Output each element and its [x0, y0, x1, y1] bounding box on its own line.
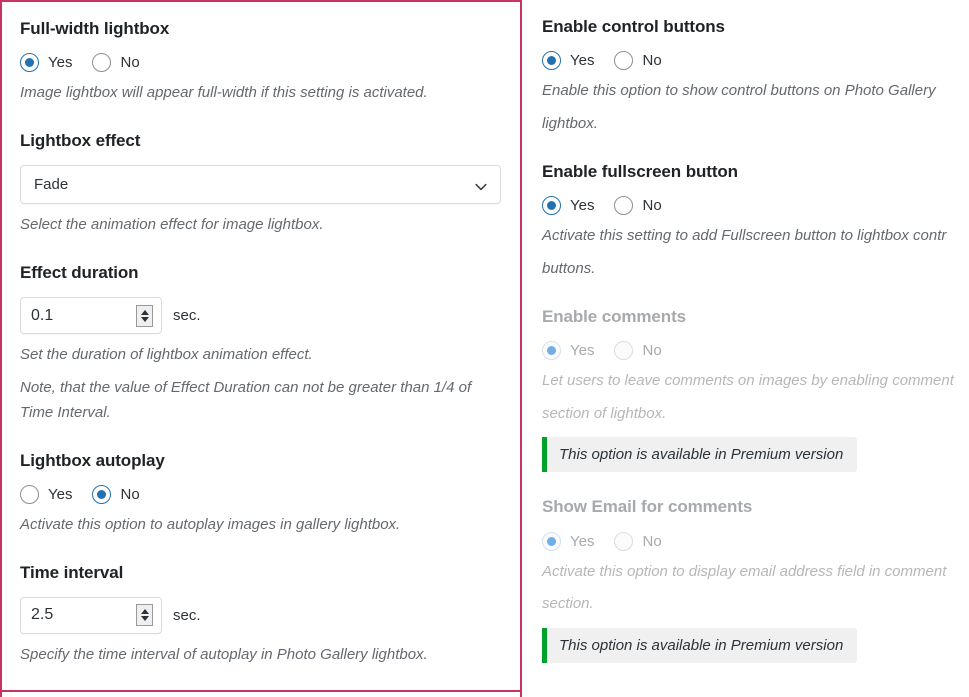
spinner-down-arrow-icon[interactable]	[140, 316, 149, 322]
field-time-interval: Time interval 2.5 sec. Specify the time …	[20, 562, 500, 668]
number-value-effect-duration: 0.1	[31, 306, 54, 324]
radio-icon-checked-disabled	[542, 531, 561, 551]
field-description: Specify the time interval of autoplay in…	[20, 645, 428, 663]
field-full-width-lightbox: Full-width lightbox Yes No Image lightbo…	[20, 18, 500, 106]
radio-icon-unchecked[interactable]	[614, 196, 634, 215]
radio-icon-checked[interactable]	[542, 51, 561, 71]
radio-icon-unchecked-disabled	[614, 531, 634, 551]
lightbox-settings-left-column: Full-width lightbox Yes No Image lightbo…	[0, 0, 522, 697]
field-description: Activate this setting to add Fullscreen …	[542, 227, 947, 244]
radio-label-no: No	[642, 532, 662, 550]
field-title-enable-fullscreen-button: Enable fullscreen button	[542, 161, 738, 181]
select-wrapper-lightbox-effect: Fade	[20, 165, 501, 205]
radio-group-enable-comments: Yes No	[542, 340, 969, 360]
radio-icon-unchecked-disabled	[614, 340, 634, 360]
number-value-time-interval: 2.5	[31, 606, 54, 624]
radio-option-show-email-for-comments-no: No	[614, 531, 662, 551]
radio-label-yes: Yes	[570, 197, 595, 214]
field-enable-control-buttons: Enable control buttons Yes No Enable thi…	[542, 16, 969, 137]
field-description: Activate this option to autoplay images …	[20, 515, 401, 533]
spinner-stepper-icon[interactable]	[136, 304, 153, 327]
field-enable-fullscreen-button: Enable fullscreen button Yes No Activate…	[542, 161, 969, 282]
select-value-lightbox-effect: Fade	[34, 176, 69, 194]
radio-option-enable-fullscreen-button-yes[interactable]: Yes	[542, 196, 594, 215]
radio-icon-checked-disabled	[542, 340, 561, 360]
field-description: Enable this option to show control butto…	[542, 82, 936, 100]
radio-icon-unchecked[interactable]	[92, 53, 112, 73]
select-lightbox-effect[interactable]: Fade	[20, 165, 501, 205]
radio-label-no: No	[120, 54, 140, 72]
field-title-full-width-lightbox: Full-width lightbox	[20, 19, 170, 38]
radio-icon-checked[interactable]	[542, 196, 561, 215]
field-show-email-for-comments: Show Email for comments Yes No Activate …	[542, 496, 969, 663]
field-description: Set the duration of lightbox animation e…	[20, 346, 313, 364]
field-description: Activate this option to display email ad…	[542, 562, 947, 580]
radio-group-lightbox-autoplay: Yes No	[20, 484, 500, 504]
premium-notice-text: This option is available in Premium vers…	[559, 637, 844, 654]
radio-option-lightbox-autoplay-no[interactable]: No	[92, 484, 140, 504]
field-description-line2: section of lightbox.	[542, 404, 667, 422]
radio-label-no: No	[120, 485, 140, 503]
field-description-line2: lightbox.	[542, 115, 598, 132]
radio-group-show-email-for-comments: Yes No	[542, 531, 969, 551]
radio-label-yes: Yes	[570, 532, 595, 550]
radio-option-full-width-lightbox-yes[interactable]: Yes	[20, 53, 73, 73]
radio-option-enable-comments-yes: Yes	[542, 340, 595, 360]
field-lightbox-autoplay: Lightbox autoplay Yes No Activate this o…	[20, 450, 500, 538]
field-title-enable-comments: Enable comments	[542, 306, 686, 326]
field-lightbox-effect: Lightbox effect Fade Select the animatio…	[20, 130, 501, 238]
radio-label-yes: Yes	[570, 341, 595, 359]
radio-label-no: No	[642, 52, 662, 70]
field-description-line2: buttons.	[542, 259, 596, 277]
radio-icon-checked[interactable]	[20, 53, 39, 73]
radio-label-yes: Yes	[48, 485, 73, 503]
field-description: Let users to leave comments on images by…	[542, 371, 954, 389]
premium-notice-enable-comments: This option is available in Premium vers…	[542, 437, 858, 473]
field-effect-duration: Effect duration 0.1 sec. Set the duratio…	[20, 262, 500, 426]
radio-option-enable-control-buttons-no[interactable]: No	[614, 51, 662, 71]
number-input-time-interval[interactable]: 2.5	[20, 596, 162, 634]
field-description: Select the animation effect for image li…	[20, 216, 324, 234]
radio-option-show-email-for-comments-yes: Yes	[542, 531, 595, 551]
radio-label-no: No	[642, 197, 662, 214]
field-title-show-email-for-comments: Show Email for comments	[542, 497, 753, 517]
radio-option-enable-comments-no: No	[614, 340, 662, 360]
radio-group-enable-fullscreen-button: Yes No	[542, 196, 969, 215]
lightbox-settings-right-column: Enable control buttons Yes No Enable thi…	[522, 0, 969, 697]
radio-option-lightbox-autoplay-yes[interactable]: Yes	[20, 484, 73, 504]
field-title-lightbox-autoplay: Lightbox autoplay	[20, 450, 165, 470]
number-suffix-time-interval: sec.	[173, 606, 201, 624]
spinner-stepper-icon[interactable]	[136, 604, 153, 627]
radio-icon-checked[interactable]	[92, 484, 112, 504]
radio-option-full-width-lightbox-no[interactable]: No	[92, 53, 140, 73]
spinner-down-arrow-icon[interactable]	[140, 616, 149, 622]
spinner-up-arrow-icon[interactable]	[140, 309, 149, 315]
field-description: Image lightbox will appear full-width if…	[20, 84, 428, 102]
number-input-effect-duration[interactable]: 0.1	[20, 297, 162, 335]
field-title-enable-control-buttons: Enable control buttons	[542, 17, 725, 36]
field-enable-comments: Enable comments Yes No Let users to leav…	[542, 306, 969, 473]
field-description-line2: section.	[542, 595, 594, 613]
field-title-effect-duration: Effect duration	[20, 263, 139, 282]
radio-label-no: No	[642, 341, 662, 359]
settings-page: Full-width lightbox Yes No Image lightbo…	[0, 0, 969, 697]
spinner-up-arrow-icon[interactable]	[140, 609, 149, 615]
number-suffix-effect-duration: sec.	[173, 307, 201, 325]
radio-option-enable-fullscreen-button-no[interactable]: No	[614, 196, 662, 215]
field-title-time-interval: Time interval	[20, 562, 124, 582]
premium-notice-text: This option is available in Premium vers…	[559, 446, 844, 464]
radio-group-enable-control-buttons: Yes No	[542, 51, 969, 71]
radio-label-yes: Yes	[570, 52, 595, 70]
radio-group-full-width-lightbox: Yes No	[20, 53, 500, 73]
radio-label-yes: Yes	[48, 54, 73, 72]
field-title-lightbox-effect: Lightbox effect	[20, 131, 141, 150]
radio-option-enable-control-buttons-yes[interactable]: Yes	[542, 51, 595, 71]
field-description-note: Note, that the value of Effect Duration …	[20, 379, 472, 421]
premium-notice-show-email-for-comments: This option is available in Premium vers…	[542, 628, 858, 663]
radio-icon-unchecked[interactable]	[614, 51, 634, 71]
number-row-time-interval: 2.5 sec.	[20, 596, 500, 634]
radio-icon-unchecked[interactable]	[20, 484, 39, 504]
number-row-effect-duration: 0.1 sec.	[20, 297, 500, 335]
